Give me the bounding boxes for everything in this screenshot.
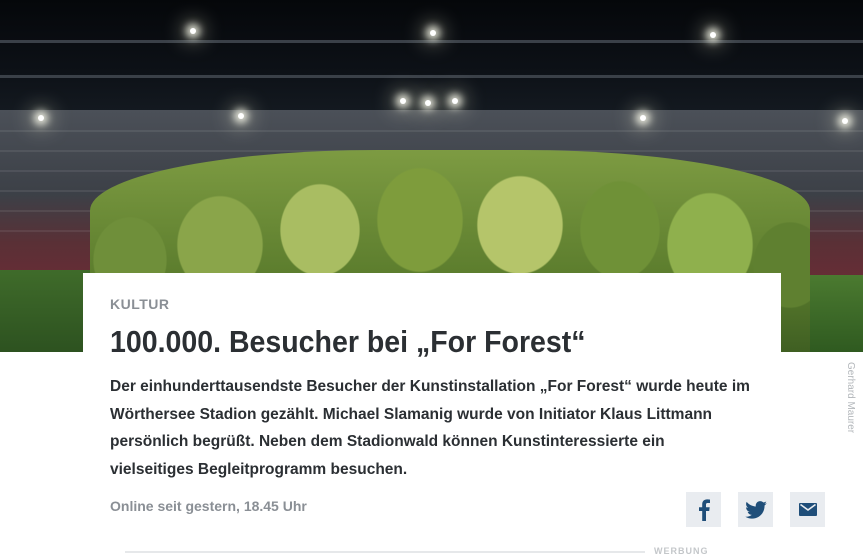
article-headline: 100.000. Besucher bei „For Forest“ xyxy=(110,324,586,359)
category-label[interactable]: KULTUR xyxy=(110,296,170,312)
share-twitter-button[interactable] xyxy=(738,492,773,527)
floodlight xyxy=(430,30,436,36)
share-mail-button[interactable] xyxy=(790,492,825,527)
floodlight xyxy=(842,118,848,124)
floodlight xyxy=(640,115,646,121)
article-card: KULTUR 100.000. Besucher bei „For Forest… xyxy=(83,273,825,555)
stadium-roof xyxy=(0,0,863,120)
share-facebook-button[interactable] xyxy=(686,492,721,527)
floodlight xyxy=(190,28,196,34)
floodlight xyxy=(38,115,44,121)
article-lead: Der einhunderttausendste Besucher der Ku… xyxy=(110,378,750,478)
floodlight xyxy=(425,100,431,106)
floodlight xyxy=(710,32,716,38)
facebook-icon xyxy=(697,498,711,521)
roof-truss xyxy=(0,75,863,78)
publish-time: Online seit gestern, 18.45 Uhr xyxy=(110,498,307,514)
mail-icon xyxy=(798,503,817,516)
divider xyxy=(125,551,645,553)
floodlight xyxy=(452,98,458,104)
photo-credit: Gerhard Maurer xyxy=(845,362,856,434)
roof-truss xyxy=(0,40,863,43)
twitter-icon xyxy=(744,500,767,519)
floodlight xyxy=(400,98,406,104)
floodlight xyxy=(238,113,244,119)
